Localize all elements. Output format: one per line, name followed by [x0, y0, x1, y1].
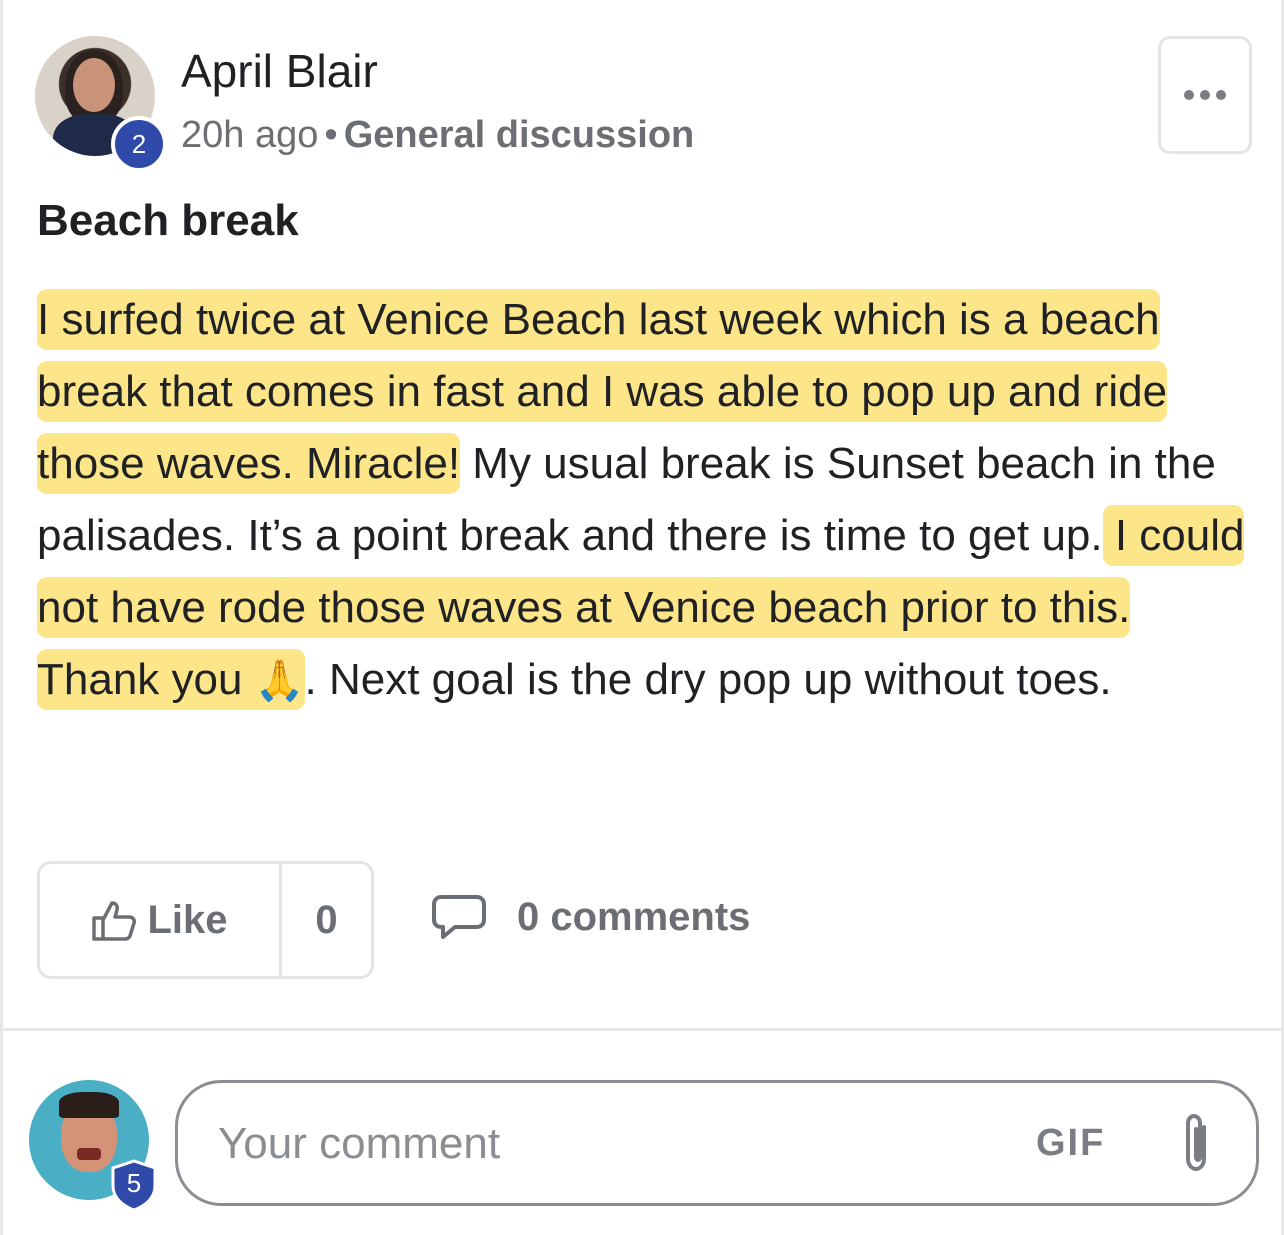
avatar-face: [73, 58, 115, 112]
comment-input[interactable]: [216, 1083, 1000, 1205]
more-horizontal-icon: [1216, 90, 1226, 100]
post-time: 20h ago: [181, 114, 319, 156]
post-card: 2 April Blair 20h ago • General discussion…: [0, 0, 1284, 1235]
post-meta: 20h ago • General discussion: [181, 114, 694, 157]
like-count: 0: [315, 897, 338, 942]
thumbs-up-icon: [92, 901, 137, 941]
more-horizontal-icon: [1184, 90, 1194, 100]
post-body: I surfed twice at Venice Beach last week…: [37, 284, 1262, 717]
comments-count-label: 0 comments: [517, 894, 751, 939]
author-avatar-group[interactable]: 2: [35, 36, 167, 172]
like-button[interactable]: Like: [40, 864, 282, 976]
current-user-avatar-group: 5: [29, 1080, 157, 1212]
more-horizontal-icon: [1200, 90, 1210, 100]
current-user-level: 5: [126, 1168, 142, 1198]
avatar-hair: [59, 1092, 119, 1118]
paperclip-icon[interactable]: [1176, 1109, 1216, 1179]
like-label: Like: [147, 897, 228, 942]
gif-button[interactable]: GIF: [1036, 1083, 1105, 1203]
avatar-mouth: [77, 1148, 101, 1160]
like-group: Like 0: [37, 861, 374, 979]
post-title: Beach break: [37, 196, 299, 245]
comment-bubble-icon: [432, 895, 486, 939]
author-name[interactable]: April Blair: [181, 44, 378, 98]
comments-button[interactable]: 0 comments: [431, 893, 750, 941]
section-divider: [3, 1028, 1284, 1031]
folded-hands-emoji: 🙏: [254, 659, 305, 703]
more-options-button[interactable]: [1158, 36, 1252, 154]
post-category-link[interactable]: General discussion: [344, 114, 695, 156]
body-text: . Next goal is the dry pop up without to…: [304, 655, 1112, 704]
comment-composer: GIF: [175, 1080, 1259, 1206]
meta-separator: •: [324, 114, 338, 156]
author-level-badge: 2: [111, 116, 167, 172]
